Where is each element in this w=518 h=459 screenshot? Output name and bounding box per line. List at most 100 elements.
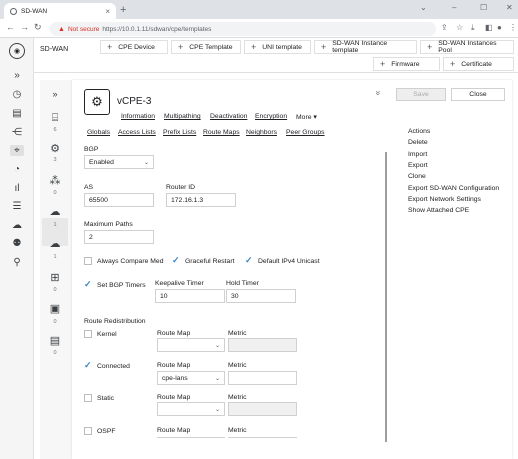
router-icon[interactable]: ⌸	[44, 112, 66, 125]
graceful-restart-check-icon[interactable]: ✓	[172, 256, 180, 265]
route-map-label: Route Map	[157, 362, 191, 369]
app-title: SD-WAN	[40, 46, 69, 53]
cpe-device-button[interactable]: + CPE Device	[100, 40, 168, 54]
deactivation-link[interactable]: Deactivation	[210, 113, 247, 120]
metric-label: Metric	[228, 394, 247, 401]
network-icon[interactable]: ⊞	[44, 271, 66, 284]
multipathing-link[interactable]: Multipathing	[164, 113, 201, 120]
delete-action[interactable]: Delete	[408, 139, 428, 146]
tab-access-lists[interactable]: Access Lists	[118, 129, 156, 136]
cpe-icon[interactable]: ⚙	[44, 142, 66, 155]
cpe-template-button[interactable]: + CPE Template	[171, 40, 241, 54]
tab-neighbors[interactable]: Neighbors	[246, 129, 277, 136]
always-compare-med-checkbox[interactable]	[84, 257, 92, 265]
forward-icon[interactable]: →	[20, 22, 29, 32]
route-map-label: Route Map	[157, 330, 191, 337]
profile-icon[interactable]: ●	[497, 23, 502, 32]
kernel-metric-input[interactable]	[228, 338, 297, 352]
warning-icon: ▲	[58, 25, 65, 33]
information-link[interactable]: Information	[121, 113, 155, 120]
import-action[interactable]: Import	[408, 151, 427, 158]
tab-search-icon[interactable]: ⌄	[420, 3, 427, 12]
tab-peer-groups[interactable]: Peer Groups	[286, 129, 325, 136]
sdwan-instances-pool-button[interactable]: + SD-WAN Instances Pool	[420, 40, 514, 54]
expand-rail-icon[interactable]: »	[10, 70, 24, 81]
chip-icon[interactable]: ▣	[44, 302, 66, 315]
cloud-icon[interactable]: ☁	[44, 205, 66, 218]
cloud-icon[interactable]: ☁	[10, 220, 24, 231]
save-button[interactable]: Save	[396, 88, 446, 101]
stats-icon[interactable]: ıl	[10, 183, 24, 194]
connected-route-map-select[interactable]: cpe-lans ⌄	[157, 371, 225, 385]
dashboard-icon[interactable]: ◷	[10, 89, 24, 100]
export-network-settings-action[interactable]: Export Network Settings	[408, 196, 481, 203]
tools-icon[interactable]: ⚲	[10, 257, 24, 268]
connected-metric-input[interactable]	[228, 371, 297, 385]
tab-prefix-lists[interactable]: Prefix Lists	[163, 129, 196, 136]
router-id-input[interactable]: 172.16.1.3	[166, 193, 236, 207]
topology-icon[interactable]: ⋲	[10, 127, 24, 138]
minimize-icon[interactable]: –	[452, 3, 456, 12]
browser-tab[interactable]: SD-WAN ×	[4, 3, 116, 19]
clock-icon[interactable]: ◔	[10, 164, 24, 175]
close-button[interactable]: Close	[451, 88, 505, 101]
keepalive-input[interactable]: 10	[155, 289, 225, 303]
share-icon[interactable]: ⇪	[441, 23, 448, 32]
set-bgp-timers-check-icon[interactable]: ✓	[84, 280, 92, 289]
always-compare-med-label: Always Compare Med	[97, 258, 164, 265]
new-tab-button[interactable]: +	[120, 4, 126, 16]
sidepanel-icon[interactable]: ◧	[485, 23, 493, 32]
users-icon[interactable]: ⚉	[10, 238, 24, 249]
close-window-icon[interactable]: ✕	[506, 3, 513, 12]
static-route-map-select[interactable]: ⌄	[157, 402, 225, 416]
list-icon[interactable]: ☰	[10, 201, 24, 212]
back-icon[interactable]: ←	[6, 22, 15, 32]
show-attached-cpe-action[interactable]: Show Attached CPE	[408, 207, 469, 214]
static-label: Static	[97, 395, 114, 402]
form-scrollbar[interactable]	[385, 152, 387, 442]
favicon-icon	[10, 7, 17, 15]
bgp-select[interactable]: Enabled ⌄	[84, 155, 154, 169]
default-ipv4-check-icon[interactable]: ✓	[245, 256, 253, 265]
collapse-details-icon[interactable]: »	[374, 90, 384, 95]
bookmark-icon[interactable]: ☆	[456, 23, 463, 32]
document-icon[interactable]: ▤	[10, 108, 24, 119]
clone-action[interactable]: Clone	[408, 173, 426, 180]
cloud-gear-count: 1	[53, 254, 57, 260]
cloud-gear-icon[interactable]: ☁	[44, 237, 66, 250]
reload-icon[interactable]: ↻	[34, 22, 42, 33]
hold-timer-input[interactable]: 30	[226, 289, 296, 303]
as-label: AS	[84, 184, 94, 191]
export-sdwan-configuration-action[interactable]: Export SD-WAN Configuration	[408, 185, 499, 192]
more-dropdown[interactable]: More ▾	[296, 113, 317, 121]
url-field[interactable]: ▲ Not secure https://10.0.1.11/sdwan/cpe…	[50, 22, 436, 36]
tab-globals[interactable]: Globals	[87, 129, 110, 136]
tab-close-icon[interactable]: ×	[105, 7, 110, 16]
static-metric-input[interactable]	[228, 402, 297, 416]
as-input[interactable]: 65500	[84, 193, 154, 207]
kernel-checkbox[interactable]	[84, 330, 92, 338]
menu-icon[interactable]: ⋮	[509, 23, 517, 32]
connected-check-icon[interactable]: ✓	[84, 361, 92, 370]
router-id-label: Router ID	[166, 184, 196, 191]
sdwan-instance-template-button[interactable]: + SD-WAN Instance template	[314, 40, 417, 54]
download-icon[interactable]: ⤓	[471, 23, 475, 33]
tab-route-maps[interactable]: Route Maps	[203, 129, 240, 136]
ospf-checkbox[interactable]	[84, 427, 92, 435]
certificate-button[interactable]: + Certificate	[443, 57, 514, 71]
static-checkbox[interactable]	[84, 394, 92, 402]
route-map-label: Route Map	[157, 394, 191, 401]
header-divider	[34, 72, 518, 73]
collapse-list-icon[interactable]: »	[44, 89, 66, 99]
certificate-icon[interactable]: ▤	[44, 334, 66, 347]
maximize-icon[interactable]: ☐	[480, 3, 487, 12]
max-paths-input[interactable]: 2	[84, 230, 154, 244]
kernel-route-map-select[interactable]: ⌄	[157, 338, 225, 352]
export-action[interactable]: Export	[408, 162, 428, 169]
firmware-button[interactable]: + Firmware	[373, 57, 440, 71]
location-icon[interactable]: ⌖	[10, 145, 24, 156]
hub-icon[interactable]: ⁂	[44, 174, 66, 187]
cpe-gear-icon: ⚙	[84, 89, 110, 115]
uni-template-button[interactable]: + UNI template	[244, 40, 311, 54]
encryption-link[interactable]: Encryption	[255, 113, 287, 120]
